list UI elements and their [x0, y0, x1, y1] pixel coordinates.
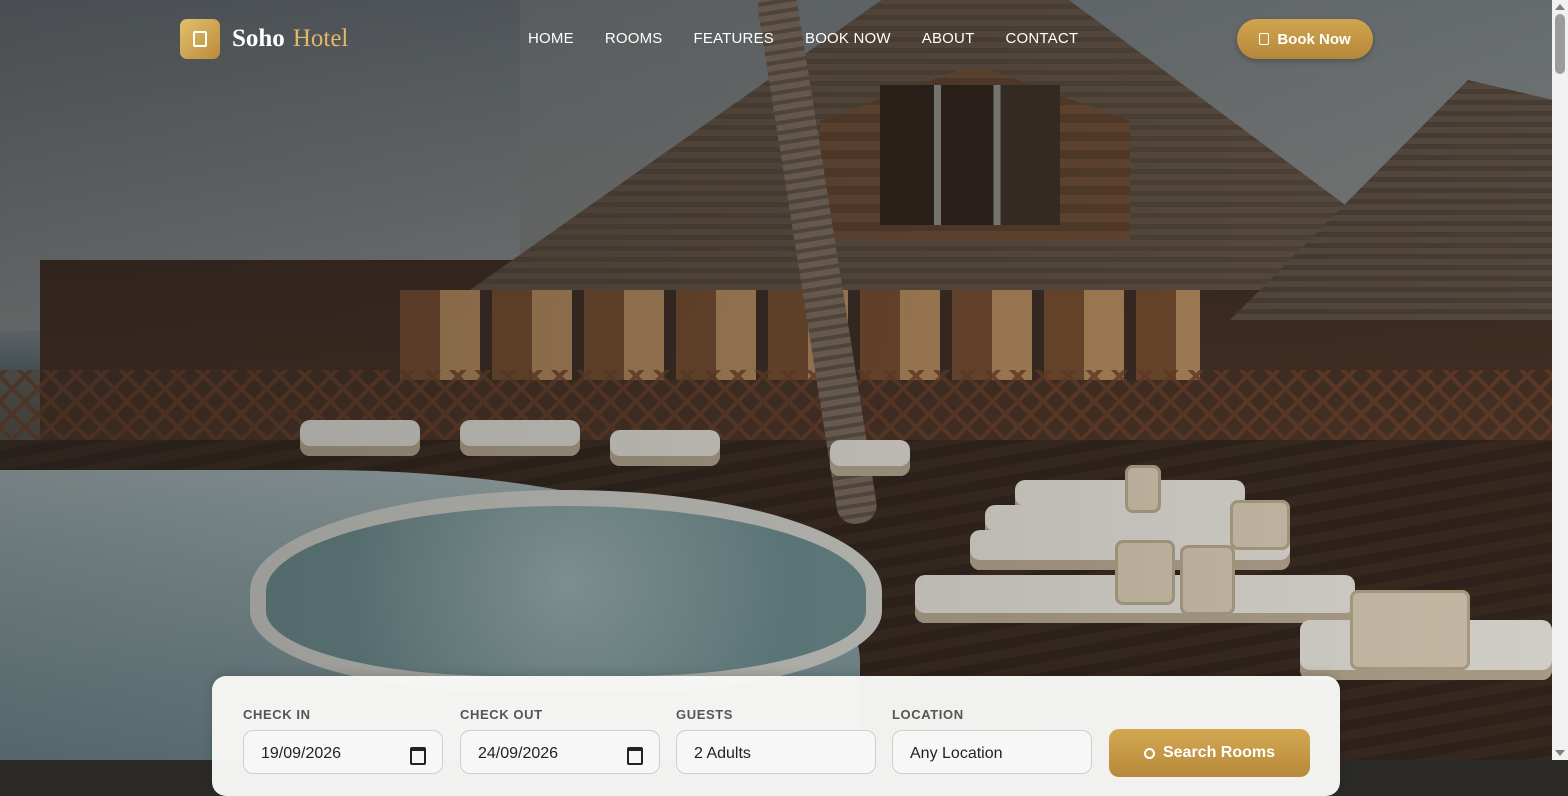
site-logo[interactable]: Soho Hotel: [180, 19, 348, 59]
book-now-button[interactable]: Book Now: [1237, 19, 1373, 59]
check-out-field: CHECK OUT 24/09/2026: [460, 707, 660, 774]
booking-form: CHECK IN 19/09/2026 CHECK OUT 24/09/2026…: [212, 676, 1340, 796]
guests-value: 2 Adults: [694, 745, 751, 762]
check-out-value: 24/09/2026: [478, 745, 559, 762]
check-out-input[interactable]: 24/09/2026: [460, 730, 660, 774]
nav-about[interactable]: ABOUT: [922, 30, 975, 47]
location-field: LOCATION Any Location: [892, 707, 1092, 774]
location-value: Any Location: [910, 745, 1003, 762]
brand-name: Soho: [232, 25, 285, 52]
check-in-field: CHECK IN 19/09/2026: [243, 707, 443, 774]
main-nav: HOME ROOMS FEATURES BOOK NOW ABOUT CONTA…: [528, 30, 1078, 47]
calendar-picker-icon[interactable]: [410, 747, 426, 765]
hotel-icon: [180, 19, 220, 59]
nav-rooms[interactable]: ROOMS: [605, 30, 663, 47]
search-rooms-button[interactable]: Search Rooms: [1109, 729, 1310, 777]
check-in-value: 19/09/2026: [261, 745, 342, 762]
guests-field: GUESTS 2 Adults: [676, 707, 876, 774]
calendar-icon: [1259, 33, 1270, 45]
scroll-up-arrow-icon[interactable]: [1555, 4, 1565, 10]
calendar-picker-icon[interactable]: [627, 747, 643, 765]
site-header: Soho Hotel HOME ROOMS FEATURES BOOK NOW A…: [0, 0, 1552, 80]
scrollbar[interactable]: [1552, 0, 1568, 760]
guests-select[interactable]: 2 Adults: [676, 730, 876, 774]
location-label: LOCATION: [892, 707, 964, 722]
check-in-label: CHECK IN: [243, 707, 311, 722]
scrollbar-thumb[interactable]: [1555, 14, 1565, 74]
hero-background: [0, 0, 1552, 760]
nav-book-now[interactable]: BOOK NOW: [805, 30, 891, 47]
search-icon: [1143, 747, 1155, 759]
location-select[interactable]: Any Location: [892, 730, 1092, 774]
guests-label: GUESTS: [676, 707, 734, 722]
book-now-label: Book Now: [1277, 30, 1351, 48]
hero-overlay: [0, 0, 1552, 760]
search-rooms-label: Search Rooms: [1162, 744, 1276, 761]
brand-suffix: Hotel: [292, 25, 349, 52]
nav-features[interactable]: FEATURES: [693, 30, 774, 47]
check-out-label: CHECK OUT: [460, 707, 543, 722]
check-in-input[interactable]: 19/09/2026: [243, 730, 443, 774]
nav-home[interactable]: HOME: [528, 30, 574, 47]
scroll-down-arrow-icon[interactable]: [1555, 750, 1565, 756]
nav-contact[interactable]: CONTACT: [1005, 30, 1078, 47]
